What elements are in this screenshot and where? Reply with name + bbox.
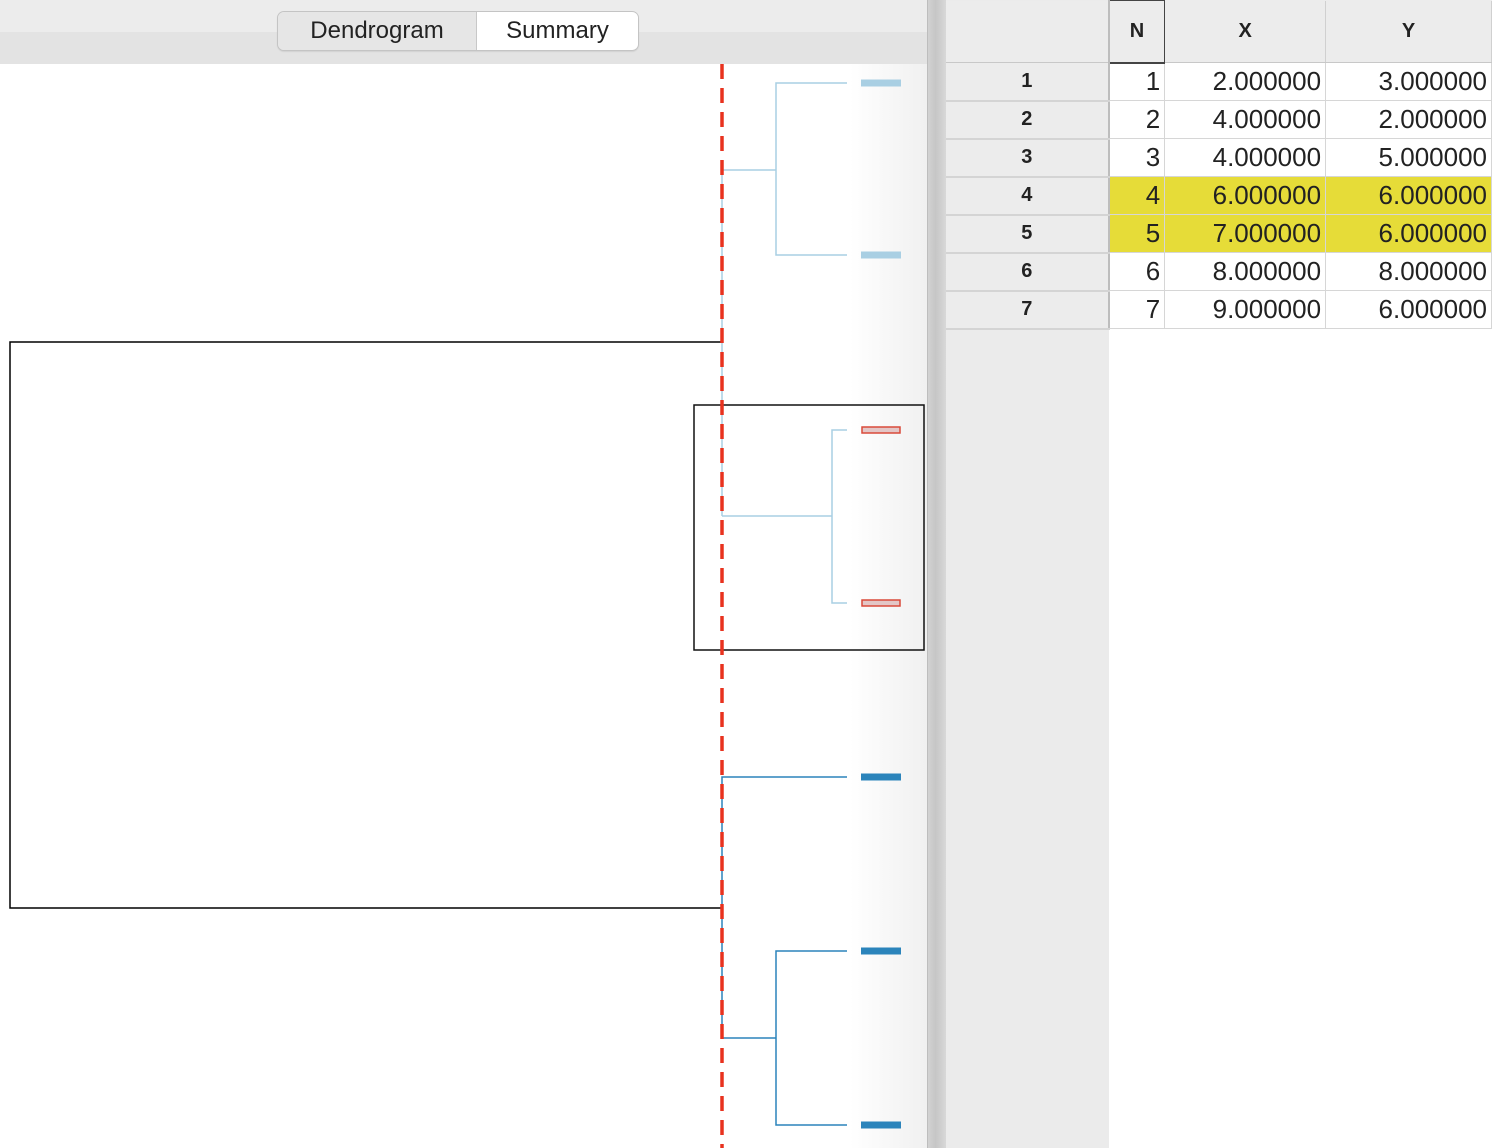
leaf-marker: [861, 947, 901, 955]
dendrogram-link: [831, 429, 847, 604]
table-row[interactable]: 6 6 8.000000 8.000000: [946, 252, 1492, 292]
cell-x[interactable]: 8.000000: [1164, 252, 1327, 291]
tab-dendrogram[interactable]: Dendrogram: [278, 12, 477, 50]
cell-n[interactable]: 2: [1108, 100, 1166, 139]
leaf-marker: [861, 773, 901, 781]
selected-leaf-marker: [861, 426, 901, 434]
dendrogram-root-link: [9, 341, 722, 909]
cell-n[interactable]: 4: [1108, 176, 1166, 215]
dendrogram-canvas[interactable]: [0, 64, 927, 1148]
pane-splitter[interactable]: [927, 0, 947, 1148]
cell-y[interactable]: 6.000000: [1325, 214, 1492, 253]
cell-n[interactable]: 1: [1108, 62, 1166, 101]
cell-x[interactable]: 2.000000: [1164, 62, 1327, 101]
cell-y[interactable]: 3.000000: [1325, 62, 1492, 101]
dendrogram-link: [721, 776, 847, 1039]
row-header[interactable]: 7: [946, 290, 1110, 330]
view-segmented-control: Dendrogram Summary: [277, 11, 639, 51]
table-row[interactable]: 7 7 9.000000 6.000000: [946, 290, 1492, 330]
dendrogram-link: [775, 82, 847, 256]
cell-y[interactable]: 6.000000: [1325, 176, 1492, 215]
row-header[interactable]: 5: [946, 214, 1110, 254]
leaf-marker: [861, 79, 901, 87]
data-grid-pane: N X Y 1 1 2.000000 3.000000 2 2 4.000000 2.0000…: [946, 0, 1492, 1148]
table-row[interactable]: 5 5 7.000000 6.000000: [946, 214, 1492, 254]
data-table: N X Y 1 1 2.000000 3.000000 2 2 4.000000 2.0000…: [946, 0, 1492, 330]
leaf-marker: [861, 251, 901, 259]
grid-empty-area: [1109, 328, 1492, 1148]
dendrogram-link: [775, 950, 847, 1126]
selected-leaf-marker: [861, 599, 901, 607]
row-header[interactable]: 1: [946, 62, 1110, 102]
corner-header[interactable]: [946, 0, 1110, 63]
cell-x[interactable]: 4.000000: [1164, 138, 1327, 177]
leaf-marker: [861, 1121, 901, 1129]
cell-y[interactable]: 6.000000: [1325, 290, 1492, 329]
cell-y[interactable]: 2.000000: [1325, 100, 1492, 139]
cell-y[interactable]: 8.000000: [1325, 252, 1492, 291]
table-row[interactable]: 3 3 4.000000 5.000000: [946, 138, 1492, 178]
cell-x[interactable]: 4.000000: [1164, 100, 1327, 139]
cluster-selection-box: [693, 404, 925, 651]
table-row[interactable]: 1 1 2.000000 3.000000: [946, 62, 1492, 102]
cell-x[interactable]: 7.000000: [1164, 214, 1327, 253]
row-header[interactable]: 3: [946, 138, 1110, 178]
row-header[interactable]: 6: [946, 252, 1110, 292]
column-header-n[interactable]: N: [1108, 0, 1166, 64]
column-header-x[interactable]: X: [1164, 0, 1327, 63]
column-header-y[interactable]: Y: [1325, 0, 1492, 63]
cell-y[interactable]: 5.000000: [1325, 138, 1492, 177]
cell-n[interactable]: 5: [1108, 214, 1166, 253]
cell-x[interactable]: 6.000000: [1164, 176, 1327, 215]
dendrogram-pane: Dendrogram Summary: [0, 0, 932, 1148]
table-row[interactable]: 2 2 4.000000 2.000000: [946, 100, 1492, 140]
cell-x[interactable]: 9.000000: [1164, 290, 1327, 329]
dendrogram-chart[interactable]: [0, 64, 927, 1148]
row-header[interactable]: 2: [946, 100, 1110, 140]
tab-summary[interactable]: Summary: [477, 12, 638, 50]
table-row[interactable]: 4 4 6.000000 6.000000: [946, 176, 1492, 216]
cell-n[interactable]: 7: [1108, 290, 1166, 329]
row-header[interactable]: 4: [946, 176, 1110, 216]
cell-n[interactable]: 3: [1108, 138, 1166, 177]
cell-n[interactable]: 6: [1108, 252, 1166, 291]
